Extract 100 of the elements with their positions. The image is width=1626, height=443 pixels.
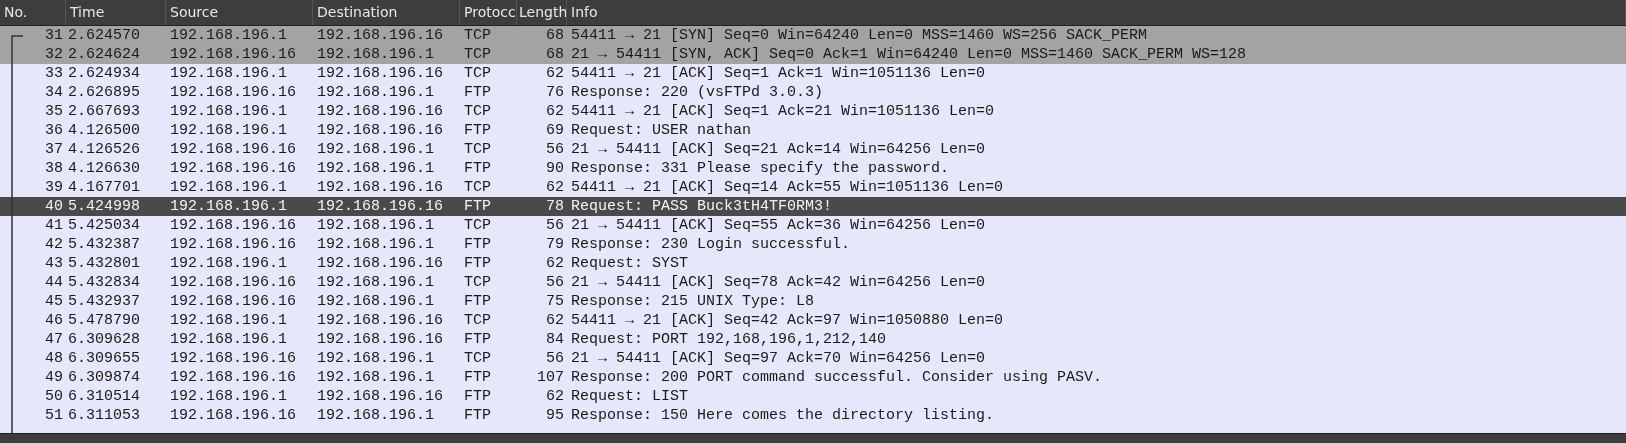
table-cell-text: 192.168.196.1 — [169, 312, 288, 329]
table-cell-text: 31 — [45, 27, 64, 44]
table-cell-text: 44 — [45, 274, 64, 291]
table-cell-text: 56 — [546, 217, 565, 234]
table-cell-text: 192.168.196.16 — [316, 103, 444, 120]
column-header[interactable]: No. — [0, 0, 66, 25]
table-cell-text: 192.168.196.16 — [316, 179, 444, 196]
table-cell-text: 192.168.196.16 — [316, 27, 444, 44]
column-header[interactable]: Protocc — [460, 0, 517, 25]
table-cell-text: 4.167701 — [67, 179, 140, 196]
table-cell-text: 46 — [45, 312, 64, 329]
table-cell-text: FTP — [463, 236, 491, 253]
table-cell-text: 5.432387 — [67, 236, 140, 253]
table-cell-text: 6.309874 — [67, 369, 140, 386]
table-cell-text: 35 — [45, 103, 64, 120]
table-cell-text: 192.168.196.1 — [316, 369, 435, 386]
table-cell-text: 192.168.196.1 — [169, 331, 288, 348]
packet-row[interactable]: 32 2.624624 192.168.196.16 192.168.196.1 TCP 68 21 → 54411 [SYN, ACK] Seq=0 Ack=1 Win=64240 Len=0 MSS=1460 SACK_PERM WS=128 — [0, 45, 1626, 64]
table-cell-text: 95 — [546, 407, 565, 424]
table-cell-text: FTP — [463, 293, 491, 310]
table-cell-text: 2.624624 — [67, 46, 140, 63]
table-cell-text: FTP — [463, 198, 491, 215]
table-cell-text: 84 — [546, 331, 565, 348]
column-header[interactable]: Length — [517, 0, 567, 25]
table-cell-text: Response: 200 PORT command successful. Consider using PASV. — [570, 369, 1103, 386]
table-cell-text: TCP — [463, 179, 491, 196]
table-cell-text: 21 → 54411 [SYN, ACK] Seq=0 Ack=1 Win=64240 Len=0 MSS=1460 SACK_PERM WS=128 — [570, 46, 1247, 63]
table-cell-text: 192.168.196.16 — [169, 84, 297, 101]
table-cell-text: FTP — [463, 122, 491, 139]
table-cell-text: 192.168.196.1 — [316, 141, 435, 158]
table-cell-text: 192.168.196.16 — [169, 369, 297, 386]
column-header[interactable]: Source — [166, 0, 313, 25]
table-cell-text: 192.168.196.16 — [169, 293, 297, 310]
table-cell-text: 2.667693 — [67, 103, 140, 120]
table-cell-text: 5.432801 — [67, 255, 140, 272]
table-cell-text: TCP — [463, 46, 491, 63]
table-cell-text: 5.432937 — [67, 293, 140, 310]
horizontal-scrollbar[interactable] — [0, 433, 1626, 443]
table-cell-text: 47 — [45, 331, 64, 348]
table-cell-text: 6.309655 — [67, 350, 140, 367]
table-cell-text: 192.168.196.16 — [316, 255, 444, 272]
table-cell-text: 5.424998 — [67, 198, 140, 215]
table-cell-text: 56 — [546, 274, 565, 291]
table-cell-text: TCP — [463, 65, 491, 82]
table-cell-text: 192.168.196.1 — [316, 350, 435, 367]
column-header[interactable]: Time — [66, 0, 166, 25]
table-cell-text: 54411 → 21 [ACK] Seq=14 Ack=55 Win=1051136 Len=0 — [570, 179, 1004, 196]
table-cell-text: TCP — [463, 350, 491, 367]
table-cell-text: 192.168.196.16 — [169, 141, 297, 158]
column-header[interactable]: Destination — [313, 0, 460, 25]
table-cell-text: 192.168.196.1 — [316, 293, 435, 310]
table-cell-text: 2.624934 — [67, 65, 140, 82]
table-cell-text: 192.168.196.1 — [316, 274, 435, 291]
table-cell-text: TCP — [463, 217, 491, 234]
conversation-bracket-icon — [10, 35, 24, 433]
table-cell-text: FTP — [463, 388, 491, 405]
table-cell-text: 37 — [45, 141, 64, 158]
table-cell-text: FTP — [463, 255, 491, 272]
table-cell-text: FTP — [463, 160, 491, 177]
table-cell-text: 32 — [45, 46, 64, 63]
table-cell-text: 192.168.196.1 — [316, 407, 435, 424]
column-header[interactable]: Info — [567, 0, 1626, 25]
table-cell-text: 2.626895 — [67, 84, 140, 101]
table-cell-text: 62 — [546, 312, 565, 329]
table-cell-text: 42 — [45, 236, 64, 253]
table-cell-text: TCP — [463, 312, 491, 329]
table-cell-text: 192.168.196.1 — [169, 122, 288, 139]
table-cell-text: 54411 → 21 [ACK] Seq=1 Ack=21 Win=1051136 Len=0 — [570, 103, 995, 120]
table-cell-text: 192.168.196.1 — [169, 388, 288, 405]
packet-row[interactable]: 40 5.424998 192.168.196.1 192.168.196.16 FTP 78 Request: PASS Buck3tH4TF0RM3! — [0, 197, 1626, 216]
table-cell-text: 192.168.196.16 — [316, 388, 444, 405]
table-cell-text: 192.168.196.1 — [316, 236, 435, 253]
table-cell-text: 43 — [45, 255, 64, 272]
table-cell-text: 21 → 54411 [ACK] Seq=55 Ack=36 Win=64256 Len=0 — [570, 217, 986, 234]
table-cell-text: 192.168.196.1 — [169, 27, 288, 44]
table-cell-text: 192.168.196.16 — [169, 350, 297, 367]
table-cell-text: FTP — [463, 84, 491, 101]
table-cell-text: 79 — [546, 236, 565, 253]
table-cell-text: TCP — [463, 103, 491, 120]
table-cell-text: 68 — [546, 27, 565, 44]
table-cell-text: Request: SYST — [570, 255, 689, 272]
table-cell-text: Response: 150 Here comes the directory listing. — [570, 407, 995, 424]
table-cell-text: 192.168.196.16 — [316, 198, 444, 215]
table-cell-text: 62 — [546, 65, 565, 82]
table-cell-text: 192.168.196.16 — [169, 160, 297, 177]
table-cell-text: 192.168.196.16 — [316, 122, 444, 139]
table-cell-text: 192.168.196.1 — [169, 198, 288, 215]
table-cell-text: 192.168.196.16 — [169, 407, 297, 424]
table-cell-text: Request: PORT 192,168,196,1,212,140 — [570, 331, 887, 348]
table-cell-text: 56 — [546, 350, 565, 367]
packet-row[interactable]: 31 2.624570 192.168.196.1 192.168.196.16 TCP 68 54411 → 21 [SYN] Seq=0 Win=64240 Len=0 MSS=1460 WS=256 SACK_PERM — [0, 26, 1626, 45]
table-cell-text: Request: LIST — [570, 388, 689, 405]
table-cell-text: 192.168.196.1 — [169, 103, 288, 120]
table-cell-text: TCP — [463, 27, 491, 44]
table-cell-text: 5.432834 — [67, 274, 140, 291]
table-cell-text: 68 — [546, 46, 565, 63]
table-cell-text: 192.168.196.16 — [169, 217, 297, 234]
table-cell-text: Response: 220 (vsFTPd 3.0.3) — [570, 84, 824, 101]
table-cell-text: 5.425034 — [67, 217, 140, 234]
table-cell-text: 62 — [546, 388, 565, 405]
